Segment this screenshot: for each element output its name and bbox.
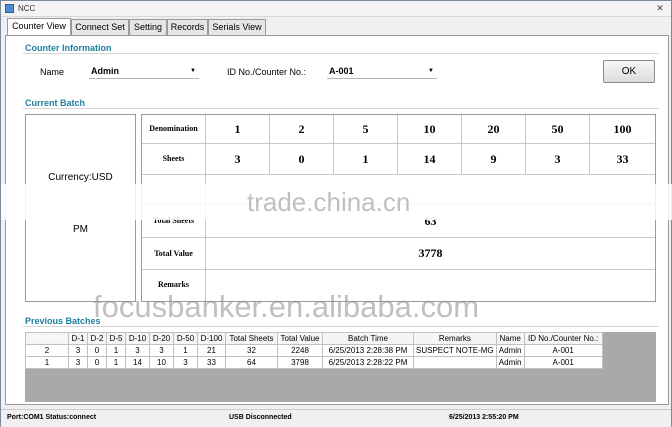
usb-status: USB Disconnected bbox=[229, 414, 292, 421]
sheets-row-label: Sheets bbox=[142, 144, 206, 175]
column-header[interactable]: Name bbox=[495, 332, 525, 345]
port-status: Port:COM1 Status:connect bbox=[7, 414, 97, 421]
table-cell: 10 bbox=[149, 356, 174, 369]
id-select[interactable]: A-001 ▼ bbox=[327, 64, 437, 79]
chevron-down-icon: ▼ bbox=[428, 68, 434, 74]
table-cell bbox=[413, 356, 497, 369]
table-cell: 6/25/2013 2:28:22 PM bbox=[322, 356, 414, 369]
table-cell: 6/25/2013 2:28:38 PM bbox=[322, 344, 414, 357]
close-icon[interactable]: ✕ bbox=[655, 3, 665, 13]
status-time: 6/25/2013 2:55:20 PM bbox=[449, 414, 519, 421]
current-batch-title: Current Batch bbox=[25, 98, 90, 108]
sheets-cell: 3 bbox=[526, 144, 590, 175]
table-cell: 1 bbox=[173, 344, 198, 357]
counter-info-title: Counter Information bbox=[25, 43, 116, 53]
table-cell: 3798 bbox=[277, 356, 323, 369]
denomination-cell: 5 bbox=[334, 115, 398, 144]
table-cell: 32 bbox=[225, 344, 278, 357]
sheets-cell: 33 bbox=[590, 144, 655, 175]
table-cell: 3 bbox=[173, 356, 198, 369]
column-header[interactable]: Batch No. bbox=[25, 332, 69, 345]
tab-setting[interactable]: Setting bbox=[129, 19, 167, 35]
table-cell: 33 bbox=[197, 356, 226, 369]
table-row[interactable]: 2 3 0 1 3 3 1 21 32 2248 6/25/2013 2:28:… bbox=[25, 344, 603, 357]
ok-button[interactable]: OK bbox=[603, 60, 655, 83]
tab-counter-view[interactable]: Counter View bbox=[7, 18, 71, 36]
column-header[interactable]: ID No./Counter No.: bbox=[523, 332, 603, 345]
column-header[interactable]: Batch Time bbox=[322, 332, 414, 345]
denomination-cell: 50 bbox=[526, 115, 590, 144]
counter-info-divider bbox=[23, 53, 659, 54]
table-cell: SUSPECT NOTE-MG bbox=[413, 344, 497, 357]
column-header[interactable]: Remarks bbox=[413, 332, 497, 345]
column-header[interactable]: D-50 bbox=[173, 332, 198, 345]
denomination-cell: 2 bbox=[270, 115, 334, 144]
column-header[interactable]: Total Sheets bbox=[225, 332, 278, 345]
table-cell: 2248 bbox=[277, 344, 323, 357]
table-cell: 14 bbox=[125, 356, 150, 369]
previous-batches-divider bbox=[23, 326, 659, 327]
table-cell: 3 bbox=[68, 344, 88, 357]
column-header[interactable]: D-1 bbox=[68, 332, 88, 345]
tab-records[interactable]: Records bbox=[167, 19, 208, 35]
column-header[interactable]: D-2 bbox=[87, 332, 107, 345]
table-cell: 21 bbox=[197, 344, 226, 357]
table-cell: Admin bbox=[495, 356, 525, 369]
tab-connect-set[interactable]: Connect Set bbox=[71, 19, 129, 35]
app-window: NCC ✕ Counter View Connect Set Setting R… bbox=[0, 0, 672, 427]
table-row[interactable]: 1 3 0 1 14 10 3 33 64 3798 6/25/2013 2:2… bbox=[25, 356, 603, 369]
table-cell: 1 bbox=[106, 344, 126, 357]
column-header[interactable]: Total Value bbox=[277, 332, 323, 345]
table-cell: 0 bbox=[87, 344, 107, 357]
column-header[interactable]: D-10 bbox=[125, 332, 150, 345]
previous-batches-grid[interactable]: Batch No. D-1 D-2 D-5 D-10 D-20 D-50 D-1… bbox=[25, 332, 656, 402]
batch-time-suffix: PM bbox=[73, 224, 88, 235]
watermark-text: trade.china.cn bbox=[247, 187, 411, 217]
tab-bar: Counter View Connect Set Setting Records… bbox=[5, 18, 669, 36]
table-cell: 0 bbox=[87, 356, 107, 369]
denomination-cell: 1 bbox=[206, 115, 270, 144]
column-header[interactable]: D-20 bbox=[149, 332, 174, 345]
table-cell: 2 bbox=[25, 344, 69, 357]
total-value-label: Total Value bbox=[142, 238, 206, 270]
name-select[interactable]: Admin ▼ bbox=[89, 64, 199, 79]
sheets-cell: 0 bbox=[270, 144, 334, 175]
currency-label: Currency:USD bbox=[48, 172, 113, 183]
table-cell: 1 bbox=[25, 356, 69, 369]
table-cell: Admin bbox=[495, 344, 525, 357]
table-header-row: Batch No. D-1 D-2 D-5 D-10 D-20 D-50 D-1… bbox=[25, 332, 603, 345]
table-cell: A-001 bbox=[523, 344, 603, 357]
table-cell: A-001 bbox=[523, 356, 603, 369]
column-header[interactable]: D-100 bbox=[197, 332, 226, 345]
denomination-cell: 100 bbox=[590, 115, 655, 144]
id-select-value: A-001 bbox=[329, 66, 354, 76]
total-value: 3778 bbox=[206, 238, 655, 270]
title-bar: NCC ✕ bbox=[1, 1, 671, 17]
previous-batches-table: Batch No. D-1 D-2 D-5 D-10 D-20 D-50 D-1… bbox=[25, 332, 603, 369]
watermark-text: focusbanker.en.alibaba.com bbox=[93, 289, 480, 324]
tab-serials-view[interactable]: Serials View bbox=[208, 19, 266, 35]
chevron-down-icon: ▼ bbox=[190, 68, 196, 74]
denomination-cell: 20 bbox=[462, 115, 526, 144]
column-header[interactable]: D-5 bbox=[106, 332, 126, 345]
table-cell: 64 bbox=[225, 356, 278, 369]
app-icon bbox=[5, 4, 14, 13]
current-batch-divider bbox=[23, 108, 659, 109]
sheets-cell: 14 bbox=[398, 144, 462, 175]
sheets-cell: 3 bbox=[206, 144, 270, 175]
denomination-row-label: Denomination bbox=[142, 115, 206, 144]
table-cell: 3 bbox=[149, 344, 174, 357]
sheets-cell: 9 bbox=[462, 144, 526, 175]
name-label: Name bbox=[40, 67, 65, 77]
name-select-value: Admin bbox=[91, 66, 119, 76]
table-cell: 1 bbox=[106, 356, 126, 369]
table-cell: 3 bbox=[125, 344, 150, 357]
denomination-cell: 10 bbox=[398, 115, 462, 144]
sheets-cell: 1 bbox=[334, 144, 398, 175]
status-bar: Port:COM1 Status:connect USB Disconnecte… bbox=[1, 409, 671, 427]
id-label: ID No./Counter No.: bbox=[227, 67, 307, 77]
table-cell: 3 bbox=[68, 356, 88, 369]
window-title: NCC bbox=[18, 4, 36, 13]
